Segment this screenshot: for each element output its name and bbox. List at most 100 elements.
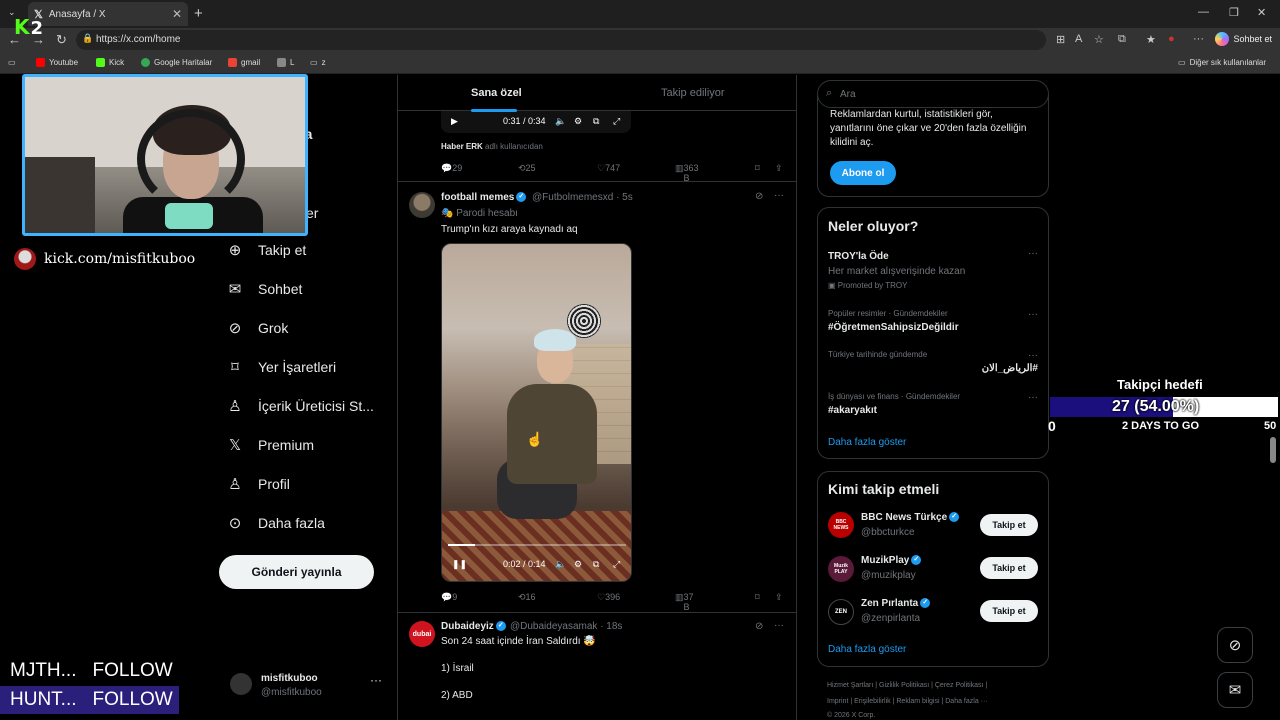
refresh-button[interactable]: ↻ (56, 32, 67, 48)
grok-fab[interactable]: ⊘ (1217, 627, 1253, 663)
more-icon[interactable]: ··· (1028, 350, 1038, 361)
avatar[interactable]: Muzik PLAY (828, 556, 854, 582)
nav-item-chat[interactable]: ✉ Sohbet (226, 280, 303, 298)
other-favorites[interactable]: ▭ Diğer sık kullanılanlar (1178, 58, 1266, 67)
footer-links[interactable]: Imprint | Erişilebilirlik | Reklam bilgi… (827, 698, 988, 705)
volume-icon[interactable]: 🔈 (555, 116, 566, 127)
tweet-author[interactable]: Dubaideyiz ✓ (441, 621, 506, 632)
avatar[interactable] (409, 192, 435, 218)
favorite-star-icon[interactable]: ☆ (1094, 33, 1104, 46)
like-button[interactable]: ♡ 396 (597, 592, 620, 603)
more-icon[interactable]: ··· (774, 620, 784, 631)
views-button[interactable]: ▥ 37 B (675, 592, 694, 612)
minimize-button[interactable]: — (1198, 6, 1209, 18)
nav-item-bookmarks[interactable]: ⌑ Yer İşaretleri (226, 358, 336, 376)
like-button[interactable]: ♡ 747 (597, 163, 620, 174)
new-tab-button[interactable]: + (194, 5, 203, 22)
tweet-author[interactable]: football memes ✓ (441, 192, 527, 203)
fullscreen-icon[interactable]: ⤢ (613, 559, 620, 570)
settings-icon[interactable]: ⚙ (574, 116, 582, 127)
more-icon[interactable]: ··· (370, 673, 382, 687)
more-icon[interactable]: ··· (1028, 309, 1038, 320)
source-attribution[interactable]: Haber ERK adlı kullanıcıdan (441, 142, 543, 151)
browser-tab[interactable]: 𝕏 Anasayfa / X ✕ (28, 2, 188, 26)
views-button[interactable]: ▥ 363 B (675, 163, 699, 183)
pip-icon[interactable]: ⧉ (593, 559, 599, 570)
nav-item-more[interactable]: ⊙ Daha fazla (226, 514, 325, 532)
bookmark-icon[interactable]: ⌑ (755, 163, 760, 174)
wtf-name[interactable]: MuzikPlay ✓ (861, 555, 922, 566)
maximize-button[interactable]: ❐ (1229, 6, 1239, 19)
profile-avatar-icon[interactable]: ● (1168, 33, 1175, 45)
nav-item-premium[interactable]: 𝕏 Premium (226, 436, 314, 454)
avatar[interactable]: ZEN (828, 599, 854, 625)
share-icon[interactable]: ⇪ (775, 592, 783, 603)
tab-following[interactable]: Takip ediliyor (661, 87, 725, 99)
volume-icon[interactable]: 🔈 (555, 559, 566, 570)
more-icon[interactable]: ··· (774, 190, 784, 201)
nav-item-creator-studio[interactable]: ♙ İçerik Üreticisi St... (226, 397, 374, 415)
subscribe-button[interactable]: Abone ol (830, 161, 896, 185)
url-field[interactable]: 🔒 https://x.com/home (76, 30, 1046, 50)
messages-fab[interactable]: ✉ (1217, 672, 1253, 708)
settings-more-icon[interactable]: ··· (1193, 33, 1204, 45)
nav-item-follow[interactable]: ⊕ Takip et (226, 241, 307, 259)
bookmark-label: gmail (241, 58, 261, 67)
favorites-icon[interactable]: ★ (1146, 33, 1156, 46)
bookmark-kick[interactable]: Kick (96, 58, 124, 67)
more-icon[interactable]: ··· (1028, 392, 1038, 403)
tab-for-you[interactable]: Sana özel (471, 87, 522, 112)
bookmarks-sidebar-icon[interactable]: ▭ (8, 58, 16, 67)
nav-item-grok[interactable]: ⊘ Grok (226, 319, 289, 337)
show-more-link[interactable]: Daha fazla göster (828, 437, 906, 448)
bookmark-icon[interactable]: ⌑ (755, 592, 760, 603)
trend-name[interactable]: #الرياض_الان (982, 363, 1038, 374)
play-icon[interactable]: ▶ (451, 116, 458, 127)
nav-item-profile[interactable]: ♙ Profil (226, 475, 290, 493)
video-progress-bar[interactable] (448, 544, 626, 546)
reply-button[interactable]: 💬 9 (441, 592, 457, 603)
trend-name[interactable]: #akaryakıt (828, 405, 877, 416)
pip-icon[interactable]: ⧉ (593, 116, 599, 127)
follow-button[interactable]: Takip et (980, 600, 1038, 622)
avatar[interactable]: BBC NEWS (828, 512, 854, 538)
trend-name[interactable]: #ÖğretmenSahipsizDeğildir (828, 322, 959, 333)
reply-button[interactable]: 💬 29 (441, 163, 462, 174)
author-name: Dubaideyiz (441, 621, 494, 632)
extensions-icon[interactable]: ⧉ (1118, 33, 1126, 46)
copilot-chat-button[interactable]: Sohbet et (1215, 32, 1272, 46)
repost-button[interactable]: ⟲ 25 (518, 163, 536, 174)
settings-icon[interactable]: ⚙ (574, 559, 582, 570)
wtf-name-text: BBC News Türkçe (861, 512, 948, 523)
grok-icon[interactable]: ⊘ (755, 621, 763, 632)
post-button[interactable]: Gönderi yayınla (219, 555, 374, 589)
wtf-name[interactable]: BBC News Türkçe ✓ (861, 512, 960, 523)
tweet-handle[interactable]: @Futbolmemesxd · 5s (532, 192, 633, 203)
bookmark-folder-z[interactable]: ▭ z (310, 58, 326, 67)
follow-button[interactable]: Takip et (980, 514, 1038, 536)
account-switcher[interactable]: misfitkuboo @misfitkuboo ··· (228, 667, 388, 703)
share-icon[interactable]: ⇪ (775, 163, 783, 174)
tweet-video[interactable]: ❚❚ 0:02 / 0:14 🔈 ⚙ ⧉ ⤢ (441, 243, 632, 582)
bookmark-youtube[interactable]: Youtube (36, 58, 78, 67)
scrollbar-thumb[interactable] (1270, 437, 1276, 463)
read-aloud-icon[interactable]: A (1075, 33, 1082, 45)
more-icon[interactable]: ··· (1028, 248, 1038, 259)
app-icon[interactable]: ⊞ (1056, 33, 1065, 46)
tweet-handle[interactable]: @Dubaideyasamak · 18s (510, 621, 622, 632)
avatar[interactable]: dubai (409, 621, 435, 647)
repost-button[interactable]: ⟲ 16 (518, 592, 536, 603)
trend-name[interactable]: TROY'la Öde (828, 251, 889, 262)
tab-close-icon[interactable]: ✕ (172, 7, 182, 21)
fullscreen-icon[interactable]: ⤢ (613, 116, 620, 127)
grok-icon[interactable]: ⊘ (755, 191, 763, 202)
show-more-link[interactable]: Daha fazla göster (828, 644, 906, 655)
close-window-button[interactable]: ✕ (1257, 6, 1266, 19)
bookmark-gmail[interactable]: gmail (228, 58, 260, 67)
pause-icon[interactable]: ❚❚ (452, 559, 467, 570)
bookmark-l[interactable]: L (277, 58, 294, 67)
wtf-name[interactable]: Zen Pırlanta ✓ (861, 598, 931, 609)
follow-button[interactable]: Takip et (980, 557, 1038, 579)
bookmark-google-maps[interactable]: Google Haritalar (141, 58, 212, 67)
footer-links[interactable]: Hizmet Şartları | Gizlilik Politikası | … (827, 682, 987, 689)
